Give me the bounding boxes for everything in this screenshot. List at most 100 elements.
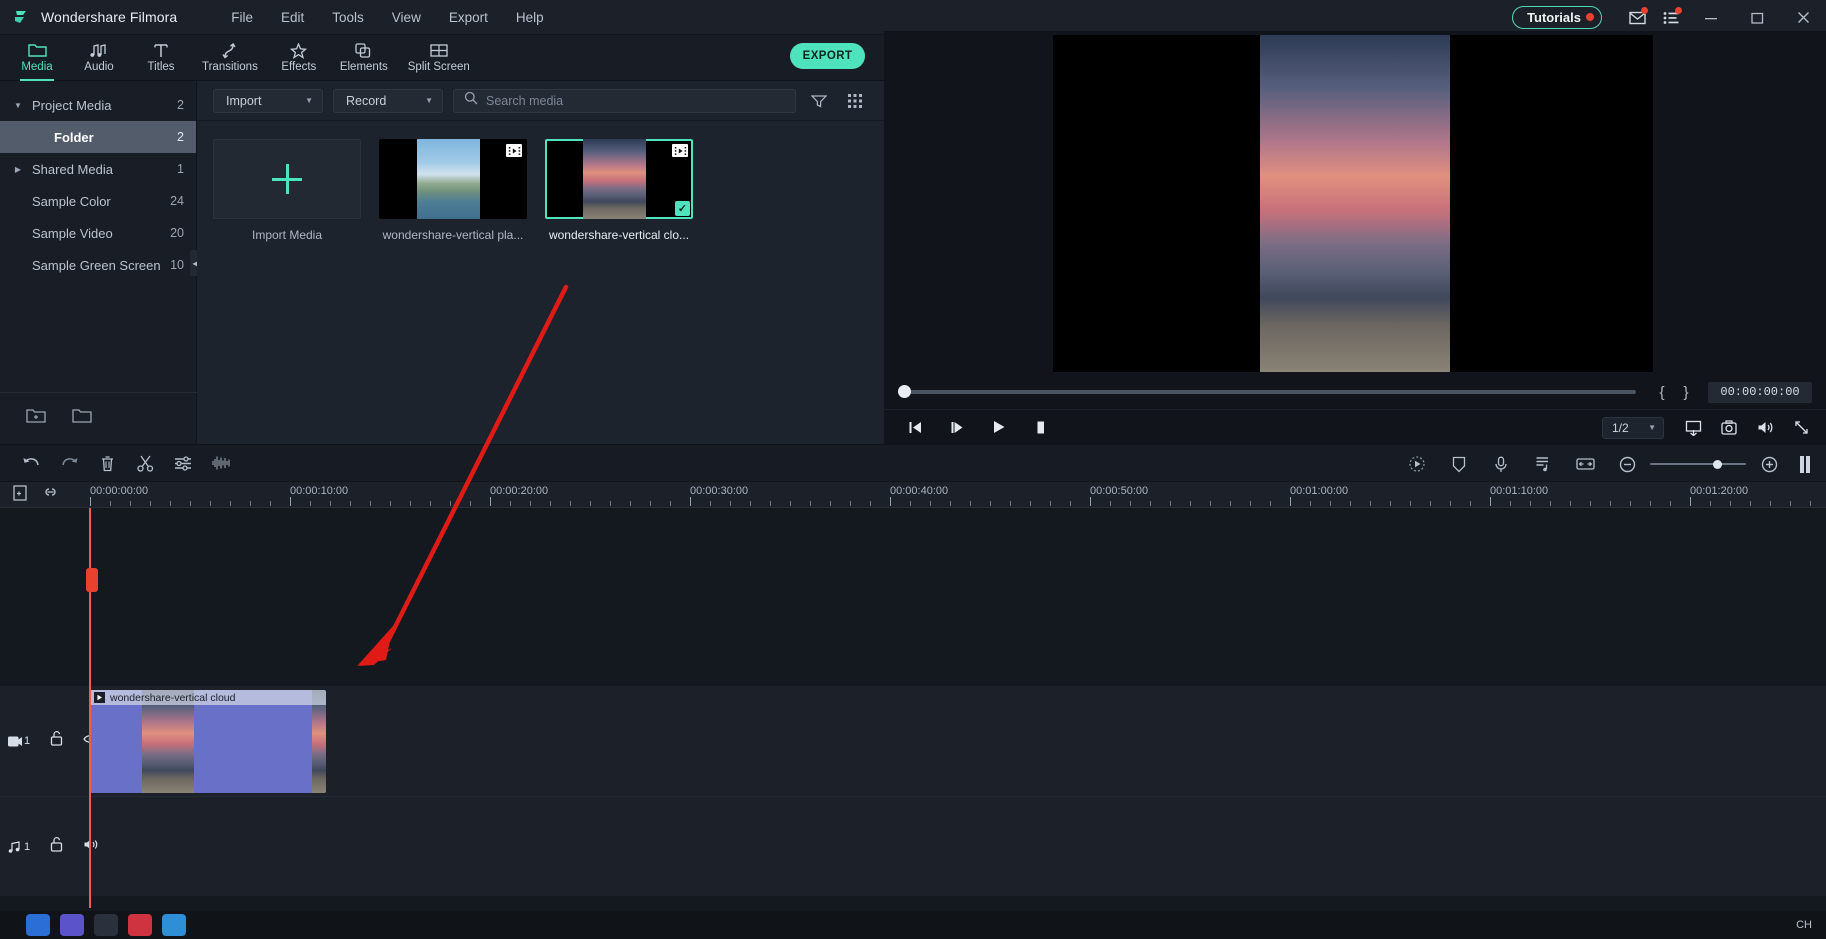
preview-scrubber[interactable]	[898, 390, 1636, 394]
close-button[interactable]	[1780, 0, 1826, 35]
ruler-tick	[1470, 501, 1471, 506]
preview-stage[interactable]	[1053, 35, 1653, 372]
taskbar-app-4[interactable]	[128, 914, 152, 936]
unlock-icon[interactable]	[50, 837, 63, 857]
sidebar-item-project-media[interactable]: ▼ Project Media 2	[0, 89, 196, 121]
audio-mixer-icon[interactable]	[1524, 445, 1562, 483]
grid-view-icon[interactable]	[842, 88, 868, 114]
export-button[interactable]: EXPORT	[790, 43, 865, 69]
tab-titles[interactable]: Titles	[130, 35, 192, 81]
menu-file[interactable]: File	[217, 5, 267, 30]
mark-in-button[interactable]: {	[1650, 384, 1674, 401]
record-dropdown[interactable]: Record ▼	[333, 89, 443, 113]
timeline-body[interactable]: 1 wondershare-vertical c	[0, 508, 1826, 908]
tab-split-screen[interactable]: Split Screen	[398, 35, 480, 81]
timeline-ruler[interactable]: 00:00:00:00 00:00:10:00 00:00:20:00 00:0…	[0, 482, 1826, 508]
minimize-button[interactable]	[1688, 0, 1734, 35]
redo-icon[interactable]	[50, 444, 88, 482]
menu-help[interactable]: Help	[502, 5, 558, 30]
search-media-box[interactable]	[453, 89, 796, 113]
menu-view[interactable]: View	[378, 5, 435, 30]
play-icon[interactable]	[978, 410, 1020, 445]
audio-track-1[interactable]: 1	[0, 796, 1826, 896]
tab-transitions[interactable]: Transitions	[192, 35, 268, 81]
new-folder-icon[interactable]	[26, 408, 46, 429]
media-thumbnail[interactable]	[379, 139, 527, 219]
sidebar-item-sample-color[interactable]: Sample Color 24	[0, 185, 196, 217]
menu-edit[interactable]: Edit	[267, 5, 318, 30]
notification-list-icon[interactable]	[1654, 0, 1688, 35]
mail-icon[interactable]	[1620, 0, 1654, 35]
tab-media[interactable]: Media	[6, 35, 68, 81]
add-track-icon[interactable]	[12, 485, 28, 506]
media-item-cloud[interactable]: ✓ wondershare-vertical clo...	[545, 139, 693, 242]
zoom-out-icon[interactable]	[1608, 445, 1646, 483]
volume-icon[interactable]	[1748, 410, 1782, 445]
preview-timecode[interactable]: 00:00:00:00	[1708, 382, 1812, 403]
audio-waveform-icon[interactable]	[202, 444, 240, 482]
open-folder-icon[interactable]	[72, 408, 92, 429]
render-preview-icon[interactable]	[1398, 445, 1436, 483]
speaker-muted-icon[interactable]	[83, 838, 100, 856]
delete-icon[interactable]	[88, 444, 126, 482]
timeline-clip-video[interactable]: wondershare-vertical cloud	[90, 690, 326, 793]
ruler-tick	[1190, 501, 1191, 506]
sidebar-item-sample-green-screen[interactable]: Sample Green Screen 10	[0, 249, 196, 281]
ruler-tick	[130, 501, 131, 506]
undo-icon[interactable]	[12, 444, 50, 482]
video-track-1[interactable]: 1 wondershare-vertical c	[0, 686, 1826, 796]
import-dropdown[interactable]: Import ▼	[213, 89, 323, 113]
fullscreen-icon[interactable]	[1784, 410, 1818, 445]
crop-fit-icon[interactable]	[1566, 445, 1604, 483]
ruler-tick	[950, 501, 951, 506]
menu-tools[interactable]: Tools	[318, 5, 378, 30]
media-item-plane[interactable]: wondershare-vertical pla...	[379, 139, 527, 242]
next-frame-icon[interactable]	[936, 410, 978, 445]
prev-frame-icon[interactable]	[894, 410, 936, 445]
mark-out-button[interactable]: }	[1674, 384, 1698, 401]
zoom-slider-handle[interactable]	[1713, 460, 1722, 469]
ruler-tick	[1150, 501, 1151, 506]
tab-audio[interactable]: Audio	[68, 35, 130, 81]
search-input[interactable]	[486, 94, 795, 108]
chevron-down-icon: ▼	[305, 96, 313, 105]
link-chain-icon[interactable]	[42, 485, 59, 505]
taskbar-app-5[interactable]	[162, 914, 186, 936]
camera-icon[interactable]	[1712, 410, 1746, 445]
preview-scrubber-handle[interactable]	[898, 385, 911, 398]
filter-icon[interactable]	[806, 88, 832, 114]
unlock-icon[interactable]	[50, 731, 63, 751]
snapshot-display-icon[interactable]	[1676, 410, 1710, 445]
zoom-in-icon[interactable]	[1750, 445, 1788, 483]
import-media-tile[interactable]	[213, 139, 361, 219]
tab-elements[interactable]: Elements	[330, 35, 398, 81]
sidebar-item-sample-video[interactable]: Sample Video 20	[0, 217, 196, 249]
media-thumbnail-selected[interactable]: ✓	[545, 139, 693, 219]
menu-export[interactable]: Export	[435, 5, 502, 30]
chevron-right-icon[interactable]: ▶	[10, 165, 26, 174]
timeline-zoom-slider[interactable]	[1650, 445, 1746, 483]
media-item-import[interactable]: Import Media	[213, 139, 361, 242]
ruler-tick	[1030, 501, 1031, 506]
preview-quality-dropdown[interactable]: 1/2 ▼	[1602, 417, 1664, 439]
ruler-tick	[390, 501, 391, 506]
taskbar-app-1[interactable]	[26, 914, 50, 936]
marker-icon[interactable]	[1440, 445, 1478, 483]
tray-language-label[interactable]: CH	[1796, 919, 1812, 931]
voiceover-mic-icon[interactable]	[1482, 445, 1520, 483]
maximize-button[interactable]	[1734, 0, 1780, 35]
sidebar-item-shared-media[interactable]: ▶ Shared Media 1	[0, 153, 196, 185]
split-scissors-icon[interactable]	[126, 444, 164, 482]
playhead-handle[interactable]	[86, 568, 98, 592]
sidebar-item-count: 10	[170, 258, 184, 272]
chevron-down-icon[interactable]: ▼	[10, 101, 26, 110]
taskbar-app-2[interactable]	[60, 914, 84, 936]
tab-effects[interactable]: Effects	[268, 35, 330, 81]
adjust-sliders-icon[interactable]	[164, 444, 202, 482]
taskbar-app-filmora[interactable]	[94, 914, 118, 936]
ruler-tick	[1490, 497, 1491, 506]
stop-icon[interactable]	[1020, 410, 1062, 445]
tutorials-button[interactable]: Tutorials	[1512, 6, 1602, 29]
timeline-panel-icon[interactable]	[1792, 445, 1818, 483]
sidebar-item-folder[interactable]: Folder 2	[0, 121, 196, 153]
